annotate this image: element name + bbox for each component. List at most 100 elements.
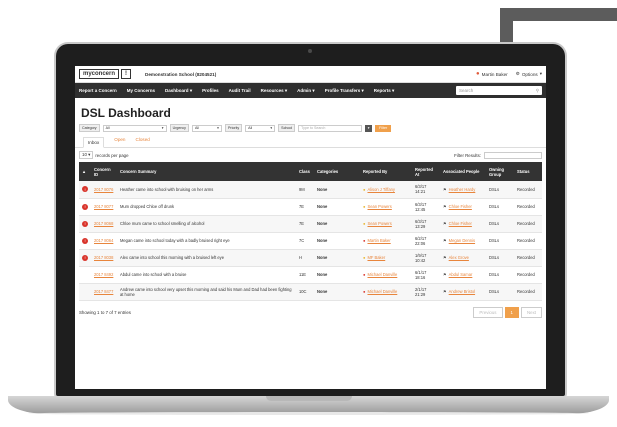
class-cell: 7E xyxy=(299,221,305,226)
filter-button[interactable]: Filter xyxy=(375,124,392,132)
priority-label: Priority xyxy=(224,124,243,132)
tab-closed[interactable]: Closed xyxy=(136,137,150,147)
corner-bar-vertical xyxy=(500,8,513,46)
reported-at-cell: 6/3/17 14:21 xyxy=(415,184,427,195)
reported-by-link[interactable]: Sean Powers xyxy=(367,204,391,209)
col-reported-by[interactable]: Reported By xyxy=(360,162,412,181)
col-alert[interactable]: ▲ xyxy=(79,162,91,181)
chevron-down-icon: ▾ xyxy=(367,126,370,130)
alert-cell: ! xyxy=(79,249,91,266)
priority-value: All xyxy=(248,126,253,130)
col-class[interactable]: Class xyxy=(296,162,314,181)
nav-admin[interactable]: Admin ▾ xyxy=(297,88,315,94)
table-row[interactable]: ! 2017 8076 Heather came into school with … xyxy=(79,181,542,198)
col-categories[interactable]: Categories xyxy=(314,162,360,181)
associated-person-link[interactable]: Chloe Fisher xyxy=(449,221,472,226)
nav-dashboard[interactable]: Dashboard ▾ xyxy=(165,88,192,94)
col-summary[interactable]: Concern Summary xyxy=(117,162,296,181)
user-icon: ● xyxy=(476,71,480,77)
categories-cell: None xyxy=(317,255,328,260)
concern-id-link[interactable]: 2017 8477 xyxy=(94,289,113,294)
page-button[interactable]: 1 xyxy=(504,306,519,318)
table-row[interactable]: 2017 8477 Andrew came into school very up… xyxy=(79,283,542,300)
records-per-page-select[interactable]: 10 ▾ xyxy=(79,151,94,159)
priority-select[interactable]: All ▾ xyxy=(245,124,276,132)
table-row[interactable]: ! 2017 8068 Chloe mum came to school smell… xyxy=(79,215,542,232)
nav-report-concern[interactable]: Report a Concern xyxy=(79,88,117,93)
school-search-input[interactable]: Type to Search xyxy=(298,124,363,132)
col-status[interactable]: Status xyxy=(514,162,542,181)
user-icon: ● xyxy=(363,186,366,192)
concern-id-link[interactable]: 2017 8076 xyxy=(94,187,113,192)
table-row[interactable]: 2017 8492 Abdul came into school with a b… xyxy=(79,266,542,283)
reported-at-cell: 1/9/17 10:42 xyxy=(415,252,427,263)
reported-by-link[interactable]: Martin Baker xyxy=(367,238,390,243)
chevron-down-icon: ▾ xyxy=(189,87,193,93)
chevron-down-icon: ▾ xyxy=(217,126,219,130)
decorative-corner-bracket xyxy=(500,8,617,46)
tab-open[interactable]: Open xyxy=(114,137,125,147)
table-row[interactable]: ! 2017 8077 Mum dropped Chloe off drunk 7E N… xyxy=(79,198,542,215)
categories-cell: None xyxy=(317,204,328,209)
reported-by-link[interactable]: Sean Powers xyxy=(367,221,391,226)
nav-audit-trail[interactable]: Audit Trail xyxy=(229,88,251,93)
associated-people-cell: ⚑ Alex Grove xyxy=(440,249,486,266)
nav-reports[interactable]: Reports ▾ xyxy=(374,88,395,94)
concern-id-cell: 2017 8077 xyxy=(91,198,117,215)
col-concern-id[interactable]: Concern ID xyxy=(91,162,117,181)
search-icon: ⚲ xyxy=(535,87,539,93)
table-row[interactable]: ! 2017 8038 Alex came into school this mor… xyxy=(79,249,542,266)
urgency-select[interactable]: All ▾ xyxy=(191,124,222,132)
reported-by-link[interactable]: Michael Danville xyxy=(367,289,397,294)
reported-by-link[interactable]: Alison J Tiffany xyxy=(367,187,394,192)
nav-admin-label: Admin xyxy=(297,87,312,93)
options-label: Options xyxy=(521,71,538,77)
school-select-toggle[interactable]: ▾ xyxy=(365,124,373,132)
urgency-value: All xyxy=(194,126,199,130)
nav-profiles[interactable]: Profiles xyxy=(202,88,219,93)
filter-results-input[interactable] xyxy=(484,151,542,159)
options-menu[interactable]: ⚙ Options ▾ xyxy=(516,71,542,77)
school-label: School xyxy=(278,124,296,132)
corner-bar-horizontal xyxy=(500,8,617,21)
concern-id-link[interactable]: 2017 8492 xyxy=(94,272,113,277)
user-menu[interactable]: ● Martin Baker xyxy=(476,71,508,77)
app-logo[interactable]: myconcern xyxy=(79,69,120,79)
flag-icon: ⚑ xyxy=(443,238,447,243)
associated-person-link[interactable]: Abdul Samar xyxy=(449,272,473,277)
next-button[interactable]: Next xyxy=(520,306,542,318)
laptop-shadow xyxy=(28,412,589,415)
table-row[interactable]: ! 2017 8064 Megan came into school today w… xyxy=(79,232,542,249)
nav-profile-transfers-label: Profile Transfers xyxy=(324,87,361,93)
nav-my-concerns[interactable]: My Concerns xyxy=(127,88,155,93)
search-input[interactable]: Search ⚲ xyxy=(456,86,542,95)
concern-id-cell: 2017 8477 xyxy=(91,283,117,300)
col-associated-people[interactable]: Associated People xyxy=(440,162,486,181)
concern-id-link[interactable]: 2017 8077 xyxy=(94,204,113,209)
camera-icon xyxy=(308,49,312,53)
tab-inbox[interactable]: Inbox xyxy=(83,137,105,148)
associated-person-link[interactable]: Andrew Bristol xyxy=(449,289,475,294)
reported-at-cell: 6/3/17 13:29 xyxy=(415,218,427,229)
reported-by-link[interactable]: MF Baker xyxy=(367,255,385,260)
class-cell: H xyxy=(299,255,302,260)
concern-id-link[interactable]: 2017 8064 xyxy=(94,238,113,243)
chevron-down-icon: ▾ xyxy=(539,71,542,76)
category-select[interactable]: All ▾ xyxy=(102,124,167,132)
concern-id-link[interactable]: 2017 8068 xyxy=(94,221,113,226)
nav-resources[interactable]: Resources ▾ xyxy=(261,88,288,94)
associated-person-link[interactable]: Heather Hardy xyxy=(449,187,476,192)
associated-person-link[interactable]: Alex Grove xyxy=(449,255,469,260)
flag-icon: ⚑ xyxy=(443,289,447,294)
concern-id-cell: 2017 8076 xyxy=(91,181,117,198)
associated-person-link[interactable]: Chloe Fisher xyxy=(449,204,472,209)
col-reported-at[interactable]: Reported At xyxy=(412,162,440,181)
reported-by-link[interactable]: Michael Danville xyxy=(367,272,397,277)
associated-person-link[interactable]: Megan Dennis xyxy=(449,238,475,243)
nav-profile-transfers[interactable]: Profile Transfers ▾ xyxy=(325,88,364,94)
concern-id-cell: 2017 8068 xyxy=(91,215,117,232)
class-cell: 9M xyxy=(299,186,305,192)
previous-button[interactable]: Previous xyxy=(473,306,503,318)
col-owning-group[interactable]: Owning Group xyxy=(486,162,514,181)
concern-id-link[interactable]: 2017 8038 xyxy=(94,255,113,260)
